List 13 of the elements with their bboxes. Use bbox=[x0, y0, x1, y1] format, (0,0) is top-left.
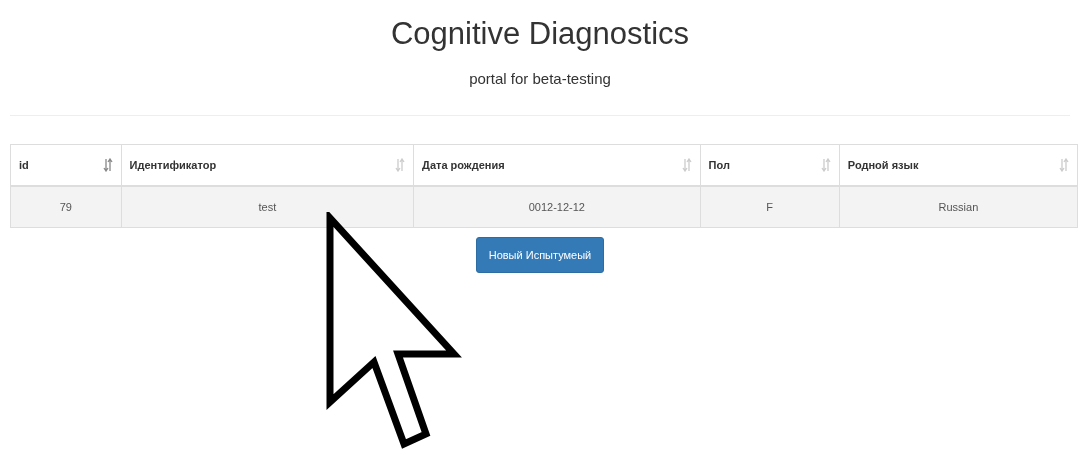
table-cell: test bbox=[121, 186, 414, 228]
page-subtitle: portal for beta-testing bbox=[468, 70, 612, 87]
sort-icon[interactable] bbox=[681, 158, 692, 172]
sort-icon[interactable] bbox=[1059, 158, 1069, 172]
table-cell: 0012-12-12 bbox=[413, 186, 701, 228]
sort-icon[interactable] bbox=[820, 158, 831, 172]
page-title: Cognitive Diagnostics bbox=[389, 15, 691, 53]
table-cell: F bbox=[700, 186, 840, 228]
table-cell: Russian bbox=[839, 186, 1078, 228]
table-cell: 79 bbox=[10, 186, 122, 228]
sort-icon[interactable] bbox=[102, 158, 113, 172]
sort-icon[interactable] bbox=[395, 158, 406, 172]
new-subject-button[interactable]: Новый Испытумеый bbox=[475, 237, 605, 273]
